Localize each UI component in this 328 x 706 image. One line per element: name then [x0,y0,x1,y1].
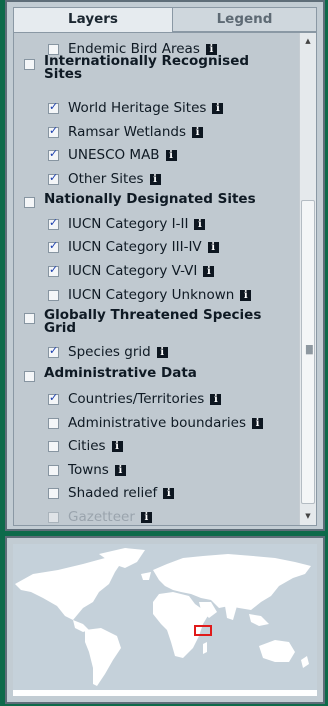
layer-label: IUCN Category I-II [68,216,189,232]
layer-label: Countries/Territories [68,391,205,407]
layer-label: Cities [68,438,106,454]
info-icon[interactable]: i [149,173,161,185]
layer-checkbox[interactable] [48,289,59,301]
layers-panel-frame: Layers Legend Endemic Bird Areas i Inter… [5,0,325,531]
layer-checkbox[interactable] [48,344,59,358]
info-icon[interactable]: i [163,487,175,499]
layer-label: Administrative boundaries [68,415,246,431]
scrollbar-thumb[interactable]: ▬ ▬ ▬ [301,200,315,504]
layer-row-gazetteer: Gazetteer i [48,507,152,525]
layer-row-administrative-boundaries[interactable]: Administrative boundaries i [48,413,263,433]
tab-legend[interactable]: Legend [173,7,317,32]
layer-checkbox[interactable] [48,417,59,429]
layer-checkbox[interactable] [48,391,59,405]
layer-label: IUCN Category III-IV [68,239,202,255]
layer-group-globally-threatened-species-grid[interactable]: Globally Threatened Species Grid [24,308,289,335]
info-icon[interactable]: i [212,102,224,114]
info-icon[interactable]: i [114,464,126,476]
layer-checkbox[interactable] [48,171,59,185]
layer-label: Species grid [68,344,151,360]
layer-checkbox[interactable] [48,124,59,138]
scrollbar-grip-icon: ▬ ▬ ▬ [305,342,314,358]
layer-group-administrative-data[interactable]: Administrative Data [24,365,197,387]
layer-row-world-heritage-sites[interactable]: World Heritage Sites i [48,98,224,118]
layer-checkbox[interactable] [48,440,59,452]
group-checkbox[interactable] [24,59,35,70]
layer-checkbox[interactable] [48,464,59,476]
layer-label: Shaded relief [68,485,158,501]
layer-label: Other Sites [68,171,144,187]
layer-row-countries-territories[interactable]: Countries/Territories i [48,389,222,409]
tab-layers[interactable]: Layers [13,7,173,32]
vertical-scrollbar[interactable]: ▲ ▬ ▬ ▬ ▼ [299,33,316,525]
layer-label: World Heritage Sites [68,100,207,116]
scroll-down-arrow-icon[interactable]: ▼ [300,508,316,525]
layer-checkbox[interactable] [48,487,59,499]
info-icon[interactable]: i [240,289,252,301]
layer-label: Ramsar Wetlands [68,124,186,140]
layer-row-iucn-category-i-ii[interactable]: IUCN Category I-II i [48,214,206,234]
info-icon[interactable]: i [194,218,206,230]
layer-row-unesco-mab[interactable]: UNESCO MAB i [48,145,177,165]
overview-extent-box[interactable] [194,625,212,636]
overview-map[interactable] [13,544,317,696]
layer-checkbox [48,511,59,523]
layer-label: UNESCO MAB [68,147,160,163]
group-label: Globally Threatened Species Grid [44,307,262,336]
layer-checkbox[interactable] [48,239,59,253]
layers-list-panel: Endemic Bird Areas i Internationally Rec… [13,32,317,526]
layer-row-iucn-category-unknown[interactable]: IUCN Category Unknown i [48,285,252,305]
group-label: Internationally Recognised Sites [44,53,250,82]
layer-group-nationally-designated-sites[interactable]: Nationally Designated Sites [24,191,256,213]
info-icon[interactable]: i [156,346,168,358]
group-checkbox[interactable] [24,371,35,382]
layer-row-towns[interactable]: Towns i [48,460,126,480]
layer-label: IUCN Category Unknown [68,287,235,303]
group-checkbox[interactable] [24,197,35,208]
overview-map-frame [5,536,325,704]
layer-label: IUCN Category V-VI [68,263,198,279]
group-checkbox[interactable] [24,313,35,324]
layer-row-other-sites[interactable]: Other Sites i [48,169,161,189]
world-map-graphic [13,544,317,696]
layer-row-iucn-category-v-vi[interactable]: IUCN Category V-VI i [48,261,215,281]
info-icon[interactable]: i [165,149,177,161]
layer-checkbox[interactable] [48,100,59,114]
layer-checkbox[interactable] [48,147,59,161]
layer-row-ramsar-wetlands[interactable]: Ramsar Wetlands i [48,122,203,142]
info-icon[interactable]: i [111,440,123,452]
layer-row-shaded-relief[interactable]: Shaded relief i [48,483,175,503]
info-icon[interactable]: i [210,393,222,405]
info-icon[interactable]: i [203,265,215,277]
info-icon[interactable]: i [207,241,219,253]
layer-label: Gazetteer [68,509,135,525]
layer-row-species-grid[interactable]: Species grid i [48,342,168,362]
layer-label: Towns [68,462,109,478]
group-label: Nationally Designated Sites [44,191,256,207]
group-label: Administrative Data [44,365,197,381]
layer-group-internationally-recognised-sites[interactable]: Internationally Recognised Sites [24,54,289,81]
layer-checkbox[interactable] [48,216,59,230]
info-icon[interactable]: i [192,126,203,138]
layer-row-cities[interactable]: Cities i [48,436,123,456]
panel-tabs: Layers Legend [13,7,317,32]
info-icon[interactable]: i [251,417,263,429]
layer-checkbox[interactable] [48,263,59,277]
info-icon[interactable]: i [140,511,152,523]
scroll-up-arrow-icon[interactable]: ▲ [300,33,316,50]
layer-row-iucn-category-iii-iv[interactable]: IUCN Category III-IV i [48,237,219,257]
